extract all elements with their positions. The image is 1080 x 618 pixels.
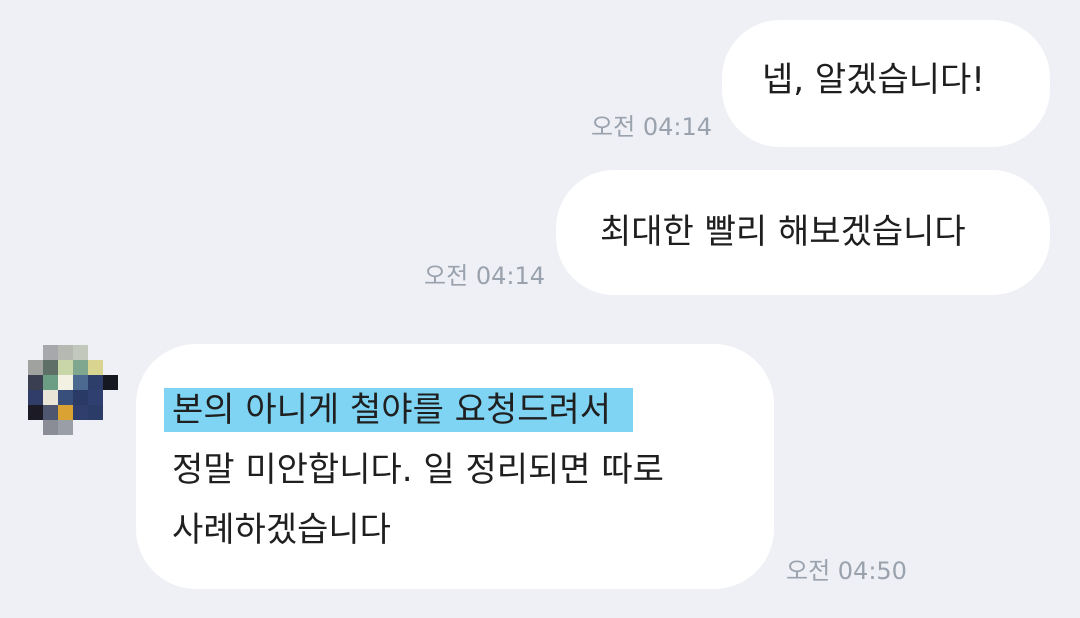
avatar-pixel: [88, 420, 103, 435]
incoming-message-bubble[interactable]: 본의 아니게 철야를 요청드려서 정말 미안합니다. 일 정리되면 따로 사례하…: [136, 344, 774, 589]
avatar-pixel: [103, 360, 118, 375]
avatar-pixel: [103, 420, 118, 435]
outgoing-message-bubble[interactable]: 넵, 알겠습니다!: [722, 20, 1050, 147]
avatar-pixel: [88, 390, 103, 405]
avatar-pixel: [88, 375, 103, 390]
avatar-pixel: [43, 345, 58, 360]
avatar-pixel: [43, 420, 58, 435]
avatar-pixel: [88, 360, 103, 375]
avatar-pixel: [73, 420, 88, 435]
avatar-pixel: [43, 405, 58, 420]
message-timestamp: 오전 04:14: [424, 262, 545, 290]
message-line-highlighted: 본의 아니게 철야를 요청드려서: [164, 380, 774, 440]
avatar-pixel: [43, 375, 58, 390]
message-timestamp: 오전 04:14: [591, 113, 712, 141]
avatar-pixel: [73, 345, 88, 360]
avatar-pixel: [58, 360, 73, 375]
avatar-pixel: [58, 405, 73, 420]
sender-avatar[interactable]: [28, 345, 118, 435]
avatar-pixel: [58, 345, 73, 360]
avatar-pixel: [28, 405, 43, 420]
avatar-pixel: [88, 405, 103, 420]
chat-view: 넵, 알겠습니다! 오전 04:14 최대한 빨리 해보겠습니다 오전 04:1…: [0, 0, 1080, 618]
avatar-pixel: [28, 420, 43, 435]
message-line: 정말 미안합니다. 일 정리되면 따로: [172, 450, 664, 490]
avatar-pixel: [103, 390, 118, 405]
avatar-pixel: [28, 345, 43, 360]
avatar-pixel: [28, 390, 43, 405]
avatar-pixel: [88, 345, 103, 360]
avatar-pixel: [28, 360, 43, 375]
avatar-pixel: [58, 390, 73, 405]
message-timestamp: 오전 04:50: [786, 557, 907, 585]
avatar-pixel: [58, 375, 73, 390]
message-text: 넵, 알겠습니다!: [762, 60, 985, 100]
avatar-pixel: [73, 360, 88, 375]
outgoing-message-bubble[interactable]: 최대한 빨리 해보겠습니다: [556, 170, 1050, 295]
avatar-pixel: [73, 405, 88, 420]
avatar-pixel: [73, 375, 88, 390]
avatar-pixel: [73, 390, 88, 405]
avatar-pixel: [103, 345, 118, 360]
text-highlight[interactable]: 본의 아니게 철야를 요청드려서: [164, 388, 634, 432]
avatar-pixel: [103, 375, 118, 390]
avatar-pixel: [58, 420, 73, 435]
avatar-pixel: [43, 360, 58, 375]
avatar-pixel: [103, 405, 118, 420]
message-line: 사례하겠습니다: [172, 510, 391, 550]
avatar-pixel: [28, 375, 43, 390]
message-text: 최대한 빨리 해보겠습니다: [600, 212, 966, 252]
avatar-pixel: [43, 390, 58, 405]
